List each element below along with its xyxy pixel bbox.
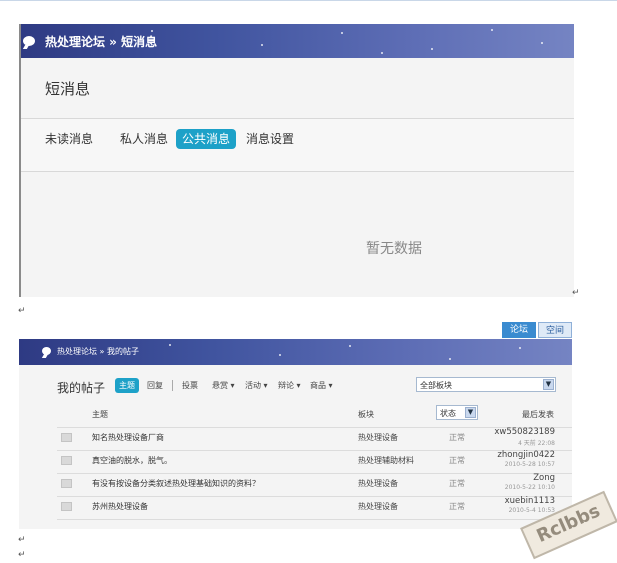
page-title: 我的帖子	[57, 381, 106, 395]
folder-icon	[61, 456, 72, 465]
table-row[interactable]: 真空油的脱水，脱气。 热处理辅助材料 正常 zhongjin0422 2010-…	[57, 450, 572, 474]
state-select[interactable]: 状态 ▼	[436, 405, 478, 420]
filter-goods[interactable]: 商品 ▾	[306, 378, 337, 393]
post-last-time: 2010-5-28 10:57	[504, 461, 555, 468]
page-title: 短消息	[45, 80, 91, 98]
folder-icon	[61, 433, 72, 442]
tab-settings[interactable]: 消息设置	[240, 129, 300, 149]
space-tabs: 论坛 空间	[502, 322, 572, 338]
post-last-time: 2010-5-4 10:53	[508, 507, 555, 514]
post-title[interactable]: 苏州热处理设备	[92, 501, 148, 512]
filter-reply[interactable]: 回复	[143, 378, 167, 393]
return-mark: ↵	[18, 306, 26, 316]
tab-private[interactable]: 私人消息	[114, 129, 174, 149]
state-select-value: 状态	[440, 409, 456, 418]
return-mark: ↵	[18, 535, 26, 545]
message-tabs: 未读消息 私人消息 公共消息 消息设置	[21, 118, 574, 172]
post-title[interactable]: 有没有按设备分类叙述热处理基础知识的资料？	[92, 478, 260, 489]
breadcrumb[interactable]: 热处理论坛 » 我的帖子	[57, 346, 139, 357]
tab-public[interactable]: 公共消息	[176, 129, 237, 149]
post-last-user[interactable]: zhongjin0422	[497, 450, 555, 460]
table-row[interactable]: 苏州热处理设备 热处理设备 正常 xuebin1113 2010-5-4 10:…	[57, 496, 572, 520]
header-band: 热处理论坛 » 短消息	[21, 24, 574, 58]
post-last-user[interactable]: xw550823189	[494, 427, 555, 437]
post-state: 正常	[449, 479, 465, 488]
breadcrumb[interactable]: 热处理论坛 » 短消息	[45, 33, 157, 50]
chat-bubble-icon	[23, 36, 35, 46]
table-row[interactable]: 知名热处理设备厂商 热处理设备 正常 xw550823189 4 天前 22:0…	[57, 427, 572, 451]
messages-panel: 热处理论坛 » 短消息 短消息 未读消息 私人消息 公共消息 消息设置 暂无数据	[19, 24, 574, 297]
divider	[172, 380, 173, 391]
post-board[interactable]: 热处理设备	[358, 501, 398, 512]
column-subject: 主题	[92, 410, 108, 419]
my-posts-panel: 热处理论坛 » 我的帖子 我的帖子 主题 回复 投票 悬赏 ▾ 活动 ▾ 辩论 …	[19, 339, 572, 529]
return-mark: ↵	[18, 550, 26, 560]
folder-icon	[61, 502, 72, 511]
return-mark: ↵	[572, 288, 580, 298]
post-title[interactable]: 知名热处理设备厂商	[92, 432, 164, 443]
post-title[interactable]: 真空油的脱水，脱气。	[92, 455, 172, 466]
column-last-post: 最后发表	[522, 410, 554, 419]
filter-reward[interactable]: 悬赏 ▾	[208, 378, 239, 393]
post-state: 正常	[449, 433, 465, 442]
filter-activity[interactable]: 活动 ▾	[241, 378, 272, 393]
header-band: 热处理论坛 » 我的帖子	[19, 339, 572, 365]
empty-state: 暂无数据	[366, 241, 422, 257]
folder-icon	[61, 479, 72, 488]
post-last-user[interactable]: xuebin1113	[505, 496, 555, 506]
chevron-down-icon: ▼	[543, 379, 554, 390]
post-board[interactable]: 热处理设备	[358, 432, 398, 443]
post-last-time: 4 天前 22:08	[518, 440, 555, 447]
post-state: 正常	[449, 502, 465, 511]
tab-space[interactable]: 空间	[538, 322, 572, 338]
tab-unread[interactable]: 未读消息	[39, 129, 99, 149]
post-board[interactable]: 热处理辅助材料	[358, 455, 414, 466]
filter-debate[interactable]: 辩论 ▾	[274, 378, 305, 393]
board-select-value: 全部板块	[420, 381, 452, 390]
post-state: 正常	[449, 456, 465, 465]
filter-topic[interactable]: 主题	[115, 378, 139, 393]
post-last-time: 2010-5-22 10:10	[504, 484, 555, 491]
board-select[interactable]: 全部板块 ▼	[416, 377, 556, 392]
filter-poll[interactable]: 投票	[178, 378, 202, 393]
chat-bubble-icon	[42, 347, 51, 355]
post-last-user[interactable]: Zong	[533, 473, 555, 483]
tab-forum[interactable]: 论坛	[502, 322, 536, 338]
table-row[interactable]: 有没有按设备分类叙述热处理基础知识的资料？ 热处理设备 正常 Zong 2010…	[57, 473, 572, 497]
chevron-down-icon: ▼	[465, 407, 476, 418]
top-divider	[0, 0, 617, 1]
post-board[interactable]: 热处理设备	[358, 478, 398, 489]
column-board: 板块	[358, 410, 374, 419]
